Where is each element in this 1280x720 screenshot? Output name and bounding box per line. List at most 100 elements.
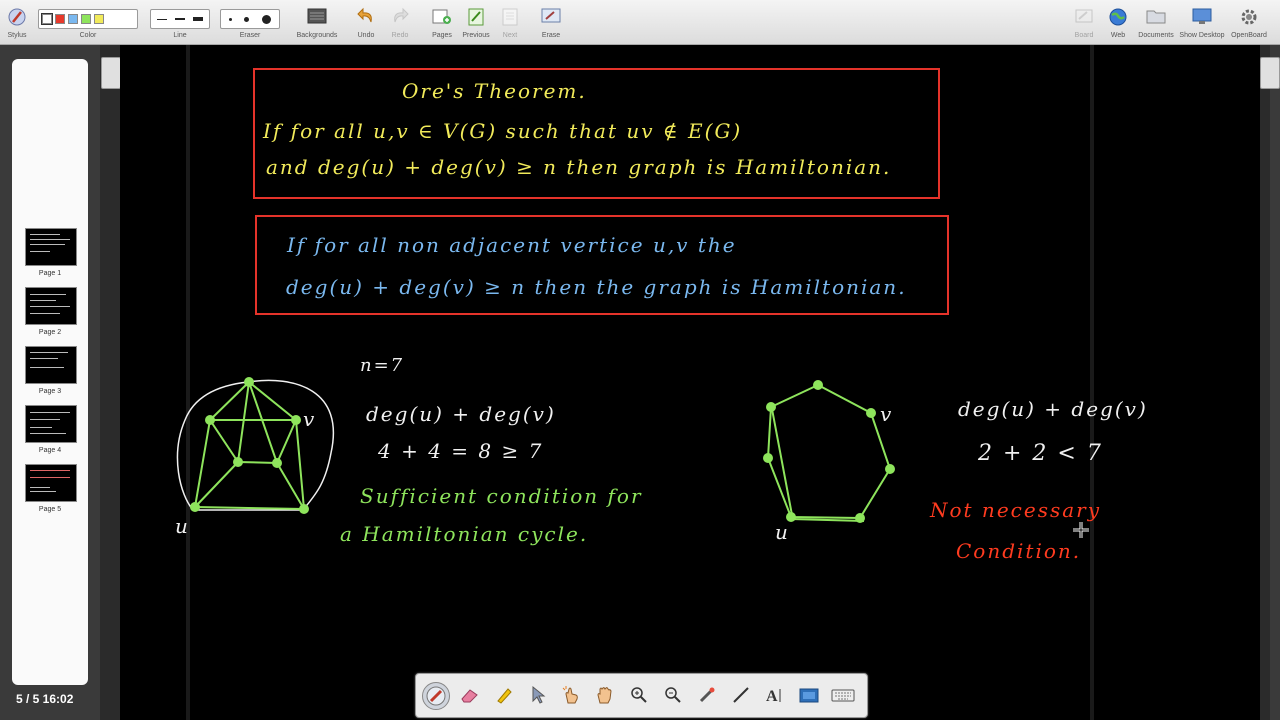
pages-panel: Page 1 Page 2 Page 3 Page 4 Page 5 5 / 5… — [0, 45, 100, 720]
page-status: 5 / 5 16:02 — [16, 692, 74, 706]
hand-tool-button[interactable] — [592, 682, 618, 708]
redo-button[interactable]: Redo — [386, 3, 414, 43]
page-label: Page 2 — [38, 329, 62, 336]
color-white-swatch[interactable] — [41, 13, 53, 25]
pointing-hand-icon — [562, 686, 578, 704]
page-label: Page 5 — [38, 506, 62, 513]
theorem-line-2: and deg(u) + deg(v) ≥ n then graph is Ha… — [266, 155, 892, 179]
marker-tool-button[interactable] — [491, 682, 517, 708]
color-red-swatch[interactable] — [55, 14, 65, 24]
main-toolbar: Stylus Color Line Eraser Backgrounds Und… — [0, 0, 1280, 45]
color-green-swatch[interactable] — [81, 14, 91, 24]
text-icon: A — [766, 688, 781, 705]
collapse-right-panel-button[interactable] — [1260, 57, 1280, 89]
right-graph-v-label: v — [880, 402, 894, 426]
text-tool-button[interactable]: A — [762, 682, 788, 708]
page-thumbnail[interactable] — [25, 405, 77, 443]
page-thumbnail[interactable] — [25, 228, 77, 266]
line-width-selector — [150, 9, 210, 29]
left-graph-v-label: v — [303, 407, 317, 431]
web-button[interactable]: Web — [1104, 3, 1132, 43]
restated-line-2: deg(u) + deg(v) ≥ n then the graph is Ha… — [286, 275, 907, 299]
sufficient-condition-line-1: Sufficient condition for — [360, 484, 643, 508]
line-medium-option[interactable] — [174, 18, 185, 20]
openboard-button[interactable]: OpenBoard — [1230, 3, 1268, 43]
erase-button[interactable]: Erase — [535, 3, 567, 43]
color-yellow-swatch[interactable] — [94, 14, 104, 24]
color-group: Color — [38, 3, 138, 43]
sufficient-condition-line-2: a Hamiltonian cycle. — [340, 522, 589, 546]
crosshair-cursor-icon — [1073, 522, 1089, 538]
degree-sum-values-2: 2 + 2 < 7 — [978, 441, 1103, 466]
degree-sum-expression: deg(u) + deg(v) — [366, 402, 556, 426]
selector-tool-button[interactable] — [525, 682, 551, 708]
stylus-button[interactable]: Stylus — [2, 3, 32, 43]
next-button[interactable]: Next — [496, 3, 524, 43]
highlighter-icon — [497, 688, 512, 704]
pen-tool-button[interactable] — [422, 682, 450, 710]
color-blue-swatch[interactable] — [68, 14, 78, 24]
globe-icon — [1109, 8, 1127, 26]
line-thin-option[interactable] — [156, 18, 167, 20]
backgrounds-icon — [307, 8, 327, 24]
line-group: Line — [150, 3, 210, 43]
undo-icon — [357, 7, 372, 23]
zoom-out-tool-button[interactable] — [660, 682, 686, 708]
eraser-small-option[interactable] — [228, 17, 232, 21]
theorem-title: Ore's Theorem. — [402, 79, 587, 103]
show-desktop-button[interactable]: Show Desktop — [1179, 3, 1225, 43]
whiteboard-canvas[interactable]: Ore's Theorem. If for all u,v ∈ V(G) suc… — [120, 45, 1260, 720]
right-panel-strip — [1270, 45, 1280, 720]
pages-button[interactable]: Pages — [428, 3, 456, 43]
page-thumbnail[interactable] — [25, 346, 77, 384]
capture-tool-button[interactable] — [796, 682, 822, 708]
page-label: Page 3 — [38, 388, 62, 395]
erase-board-icon — [541, 8, 561, 23]
page-label: Page 1 — [38, 270, 62, 277]
theorem-line-1: If for all u,v ∈ V(G) such that uv ∉ E(G… — [263, 119, 743, 143]
folder-icon — [1146, 10, 1166, 24]
page-label: Page 4 — [38, 447, 62, 454]
backgrounds-button[interactable]: Backgrounds — [293, 3, 341, 43]
tool-dock: A — [415, 673, 868, 718]
n-equals: n=7 — [360, 355, 405, 376]
line-tool-button[interactable] — [728, 682, 754, 708]
zoom-in-tool-button[interactable] — [626, 682, 652, 708]
previous-button[interactable]: Previous — [460, 3, 492, 43]
restated-line-1: If for all non adjacent vertice u,v the — [287, 233, 737, 257]
virtual-keyboard-tool-button[interactable] — [830, 682, 856, 708]
page-thumbnail[interactable] — [25, 287, 77, 325]
interactor-tool-button[interactable] — [558, 682, 584, 708]
previous-page-icon — [468, 8, 484, 26]
page-thumbnail-current[interactable] — [25, 464, 77, 502]
eraser-tool-button[interactable] — [456, 682, 482, 708]
stylus-icon — [8, 8, 26, 26]
eraser-large-option[interactable] — [262, 14, 272, 24]
gear-icon — [1241, 9, 1257, 25]
color-palette — [38, 9, 138, 29]
documents-button[interactable]: Documents — [1137, 3, 1175, 43]
laser-pointer-icon — [699, 687, 715, 703]
eraser-group: Eraser — [220, 3, 280, 43]
heptagon-cycle-graph — [763, 380, 895, 523]
board-margin-right — [1090, 45, 1094, 720]
eraser-medium-option[interactable] — [244, 16, 250, 22]
collapse-left-panel-button[interactable] — [101, 57, 121, 89]
degree-sum-expression-2: deg(u) + deg(v) — [958, 397, 1148, 421]
line-thick-option[interactable] — [193, 17, 204, 21]
board-icon — [1075, 9, 1093, 23]
not-necessary-line-1: Not necessary — [930, 498, 1101, 522]
keyboard-icon — [831, 689, 855, 702]
board-button[interactable]: Board — [1070, 3, 1098, 43]
redo-icon — [394, 7, 409, 23]
undo-button[interactable]: Undo — [352, 3, 380, 43]
svg-text:A: A — [766, 688, 778, 705]
eraser-icon — [461, 689, 478, 703]
zoom-in-icon — [631, 687, 647, 703]
page-thumbnail-list: Page 1 Page 2 Page 3 Page 4 Page 5 — [12, 59, 88, 685]
laser-pointer-tool-button[interactable] — [694, 682, 720, 708]
arrow-pointer-icon — [532, 685, 546, 704]
not-necessary-line-2: Condition. — [956, 539, 1082, 563]
restated-theorem-box — [255, 215, 949, 315]
line-draw-icon — [733, 687, 749, 703]
